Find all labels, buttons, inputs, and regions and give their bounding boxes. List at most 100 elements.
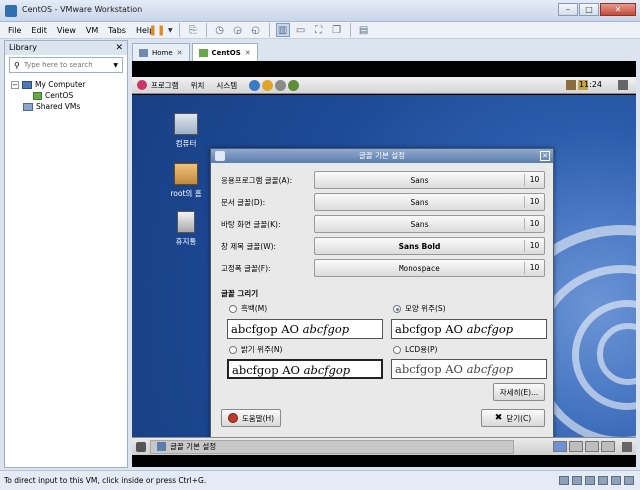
tree-item-shared-vms[interactable]: Shared VMs [11,101,127,112]
snapshot-manager-icon[interactable]: ◵ [249,23,263,37]
menu-file[interactable]: File [8,26,21,35]
window-title: CentOS - VMware Workstation [22,5,143,14]
radio-subpixel-lcd[interactable]: LCD용(P) [393,344,437,355]
hard-disk-icon[interactable] [559,476,569,485]
library-header: Library ✕ [5,41,127,55]
tab-label: CentOS [211,48,241,57]
collapse-icon[interactable]: − [11,80,19,89]
full-screen-icon[interactable]: ⛶ [312,23,326,37]
desktop[interactable]: 컴퓨터 root의 홈 휴지통 글꼴 기본 설정 ✕ 응용프로그램 글꼴(A):… [132,95,636,437]
computer-icon [174,113,198,135]
sample-best-contrast[interactable]: abcfgop AO abcfgop [227,359,383,379]
menu-system[interactable]: 시스템 [216,80,237,91]
radio-monochrome[interactable]: 흑백(M) [229,303,267,314]
cd-drive-icon[interactable] [572,476,582,485]
radio-label: 흑백(M) [241,304,268,313]
menu-edit[interactable]: Edit [31,26,47,35]
minimize-button[interactable]: – [558,3,578,16]
desktop-icon-computer[interactable]: 컴퓨터 [156,113,216,149]
close-icon: ✖ [494,413,503,423]
details-button[interactable]: 자세히(E)... [493,383,545,401]
sample-subpixel-lcd[interactable]: abcfgop AO abcfgop [391,359,547,379]
mail-launcher-icon[interactable] [262,79,274,91]
revert-snapshot-icon[interactable]: ◶ [231,23,245,37]
close-button[interactable]: ✖ 닫기(C) [481,409,545,427]
maximize-button[interactable]: □ [579,3,599,16]
network-icon[interactable] [585,476,595,485]
editor-launcher-icon[interactable] [275,79,287,91]
document-font-button[interactable]: Sans 10 [314,193,545,211]
sample-monochrome[interactable]: abcfgop AO abcfgop [227,319,383,339]
show-desktop-icon[interactable] [136,441,146,452]
menu-view[interactable]: View [57,26,76,35]
desktop-icon-trash[interactable]: 휴지통 [156,211,216,247]
fixed-width-font-button[interactable]: Monospace 10 [314,259,545,277]
close-library-icon[interactable]: ✕ [115,41,123,55]
radio-button-icon [229,304,237,313]
font-name: Sans Bold [398,241,441,251]
sample-text: abcfgop AO [231,322,299,336]
workspace-2[interactable] [569,441,583,452]
tree-item-centos[interactable]: CentOS [11,90,127,101]
desktop-font-row: 바탕 화면 글꼴(K): Sans 10 [221,215,545,233]
clock[interactable]: 11:24 [579,80,602,89]
thumbnail-bar-icon[interactable]: ▭ [294,23,308,37]
trash-applet-icon[interactable] [622,442,632,452]
toolbar-divider [178,23,180,37]
menu-vm[interactable]: VM [86,26,98,35]
tree-item-my-computer[interactable]: − My Computer [11,79,127,90]
library-tree: − My Computer CentOS Shared VMs [5,75,127,112]
power-dropdown-icon[interactable]: ▼ [168,27,173,34]
desktop-icon-home[interactable]: root의 홈 [156,163,216,199]
tab-centos[interactable]: CentOS ✕ [191,43,258,61]
help-button[interactable]: 도움말(H) [221,409,281,427]
title-bar: CentOS - VMware Workstation – □ ✕ [0,0,640,22]
tray-icon[interactable] [566,80,576,90]
radio-best-contrast[interactable]: 밝기 위주(N) [229,344,282,355]
vm-console[interactable]: 프로그램 위치 시스템 11:24 컴퓨터 root의 홈 휴지통 글꼴 기본 … [132,61,636,467]
sample-text: abcfgop AO [232,363,300,377]
gnome-foot-icon[interactable] [137,80,147,90]
menu-tabs[interactable]: Tabs [108,26,126,35]
desktop-font-button[interactable]: Sans 10 [314,215,545,233]
close-button-label: 닫기(C) [506,413,532,423]
pause-icon[interactable]: ❚❚ [149,23,166,37]
radio-button-icon [393,345,401,354]
workspace-1[interactable] [553,441,567,452]
unity-icon[interactable]: ❐ [330,23,344,37]
send-ctrl-alt-del-icon[interactable]: ⎘ [186,23,200,37]
snapshot-icon[interactable]: ◷ [213,23,227,37]
search-dropdown-icon[interactable]: ▼ [113,62,118,69]
console-view-icon[interactable]: ▤ [357,23,371,37]
browser-launcher-icon[interactable] [249,79,261,91]
application-font-button[interactable]: Sans 10 [314,171,545,189]
menu-places[interactable]: 위치 [191,80,205,91]
sample-best-shapes[interactable]: abcfgop AO abcfgop [391,319,547,339]
font-name: Sans [410,197,429,207]
tab-bar: Home ✕ CentOS ✕ [132,43,258,61]
messages-icon[interactable] [624,476,634,485]
document-font-row: 문서 글꼴(D): Sans 10 [221,193,545,211]
gnome-bottom-panel: 글꼴 기본 설정 [132,437,636,455]
window-title-font-button[interactable]: Sans Bold 10 [314,237,545,255]
close-tab-icon[interactable]: ✕ [177,49,183,57]
network-launcher-icon[interactable] [288,79,300,91]
workspace-3[interactable] [585,441,599,452]
taskbar-item-font-preferences[interactable]: 글꼴 기본 설정 [150,439,514,454]
usb-icon[interactable] [598,476,608,485]
library-title: Library [9,43,37,52]
library-search[interactable]: ⚲ ▼ [9,57,123,73]
font-app-icon [157,442,166,451]
close-tab-icon[interactable]: ✕ [245,49,251,57]
workspace-4[interactable] [601,441,615,452]
menu-applications[interactable]: 프로그램 [151,80,179,91]
dialog-close-icon[interactable]: ✕ [540,151,550,161]
radio-best-shapes[interactable]: 모양 위주(S) [393,303,446,314]
status-icon[interactable] [618,80,628,90]
sound-icon[interactable] [611,476,621,485]
library-search-input[interactable] [23,61,104,69]
show-library-icon[interactable]: ▥ [275,23,290,37]
tab-home[interactable]: Home ✕ [132,43,190,61]
application-font-row: 응용프로그램 글꼴(A): Sans 10 [221,171,545,189]
close-window-button[interactable]: ✕ [600,3,636,16]
